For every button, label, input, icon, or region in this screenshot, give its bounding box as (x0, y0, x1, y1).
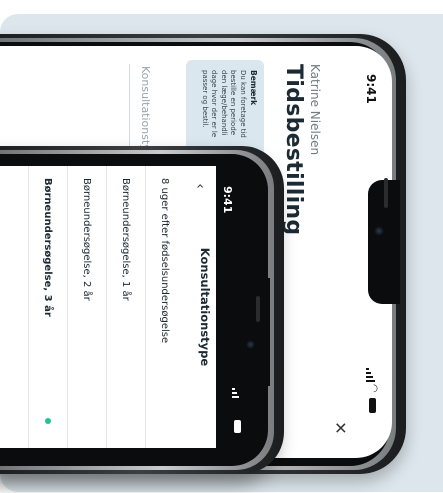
signal-icon (366, 368, 375, 382)
phone-front-notch (242, 278, 270, 386)
list-item[interactable]: 8 uger efter fødselsundersøgelse (145, 166, 184, 448)
status-time: 9:41 (221, 186, 234, 214)
phone-front-screen: Konsultationstype ‹ 8 uger efter fødsels… (0, 166, 216, 448)
speaker-grille (256, 296, 260, 322)
list-item[interactable]: Børneundersøgelse, 2 år (67, 166, 106, 448)
list-item[interactable]: Børneundersøgelse, 1 år (106, 166, 145, 448)
status-time: 9:41 (364, 74, 378, 104)
speaker-grille (384, 178, 388, 208)
selected-dot-icon (45, 418, 51, 424)
list-item-label: Børneundersøgelse, 3 år (42, 178, 53, 317)
list-item-selected[interactable]: Børneundersøgelse, 3 år (28, 166, 67, 448)
close-icon[interactable]: ✕ (328, 416, 352, 440)
consultation-options-list: 8 uger efter fødselsundersøgelse Børneun… (28, 166, 184, 448)
signal-icon (232, 388, 239, 398)
patient-name: Katrine Nielsen (308, 64, 322, 156)
camera-icon (246, 340, 255, 349)
phone-front-screen-inner: Konsultationstype ‹ 8 uger efter fødsels… (0, 166, 216, 448)
list-item-label: Børneundersøgelse, 1 år (120, 178, 131, 301)
camera-icon (374, 226, 384, 236)
screen-title: Konsultationstype (198, 247, 212, 367)
consultation-type-field[interactable]: Konsultationstyp (139, 66, 152, 158)
battery-icon (369, 398, 376, 413)
list-item-label: Børneundersøgelse, 2 år (81, 178, 92, 301)
list-item-label: 8 uger efter fødselsundersøgelse (159, 178, 170, 344)
page-title: Tidsbestilling (281, 64, 306, 236)
wifi-icon: ◠ (368, 384, 379, 393)
battery-icon (234, 420, 241, 433)
chevron-left-icon[interactable]: ‹ (190, 176, 210, 196)
